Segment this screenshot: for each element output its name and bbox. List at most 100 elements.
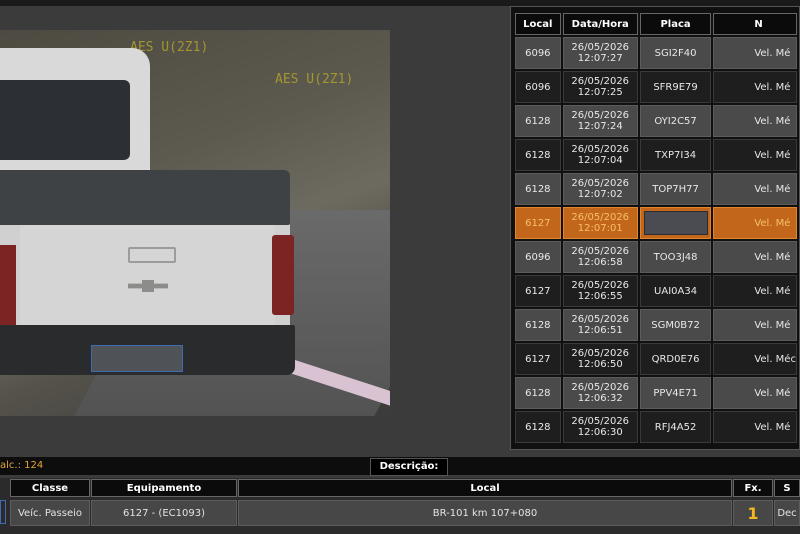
footer-value-s: Dec	[774, 500, 800, 526]
records-table-panel[interactable]: Local Data/Hora Placa N 6096 26/05/2026 12…	[510, 6, 800, 450]
table-row[interactable]: 6128 26/05/2026 12:06:30 RFJ4A52 Vel. Mé	[515, 411, 797, 443]
cell-placa: RFJ4A52	[639, 411, 712, 443]
column-header-data-hora[interactable]: Data/Hora	[562, 13, 638, 35]
cell-data-hora: 26/05/2026 12:07:01	[562, 207, 638, 239]
footer-value-fx: 1	[733, 500, 773, 526]
cell-local: 6127	[515, 207, 561, 239]
cell-local: 6127	[515, 275, 561, 307]
footer-header-fx: Fx.	[733, 479, 773, 497]
cell-placa: SGI2F40	[639, 37, 712, 69]
cell-date: 26/05/2026	[571, 144, 630, 155]
cell-date: 26/05/2026	[571, 314, 630, 325]
plate-redacted	[643, 211, 708, 235]
tailgate	[20, 225, 275, 325]
cell-local: 6128	[515, 105, 561, 137]
cell-placa: TOP7H77	[639, 173, 712, 205]
table-row[interactable]: 6096 26/05/2026 12:07:25 SFR9E79 Vel. Mé	[515, 71, 797, 103]
cell-n: Vel. Mé	[713, 411, 797, 443]
cell-placa: QRD0E76	[639, 343, 712, 375]
cell-date: 26/05/2026	[571, 382, 630, 393]
cell-time: 12:07:04	[577, 155, 623, 166]
table-row[interactable]: 6128 26/05/2026 12:07:02 TOP7H77 Vel. Mé	[515, 173, 797, 205]
camera-overlay-text-mid: AES U(2Z1)	[275, 72, 354, 87]
column-header-n[interactable]: N	[713, 13, 797, 35]
rear-window	[0, 80, 130, 160]
cell-n-text: Vel. Mé	[754, 217, 791, 229]
cell-placa	[639, 207, 712, 239]
taillight-right	[272, 235, 294, 315]
cell-date: 26/05/2026	[571, 212, 630, 223]
cell-time: 12:07:01	[577, 223, 623, 234]
cell-data-hora: 26/05/2026 12:06:32	[562, 377, 638, 409]
cell-date: 26/05/2026	[571, 416, 630, 427]
footer-left-edge	[0, 500, 6, 524]
table-header-row: Local Data/Hora Placa N	[515, 13, 797, 35]
descricao-label: Descrição:	[370, 458, 448, 476]
footer-header-local: Local	[238, 479, 732, 497]
column-header-placa[interactable]: Placa	[639, 13, 712, 35]
table-row-selected[interactable]: 6127 26/05/2026 12:07:01 Vel. Mé	[515, 207, 797, 239]
column-header-n-label: N	[754, 18, 763, 30]
table-row[interactable]: 6128 26/05/2026 12:07:24 OYI2C57 Vel. Mé	[515, 105, 797, 137]
cell-n-text: Vel. Mé	[754, 149, 791, 161]
cell-n: Vel. Mé	[713, 207, 797, 239]
cell-time: 12:07:25	[577, 87, 623, 98]
cell-n-text: Vel. Mé	[754, 285, 791, 297]
cell-data-hora: 26/05/2026 12:06:55	[562, 275, 638, 307]
cell-time: 12:06:55	[577, 291, 623, 302]
cell-date: 26/05/2026	[571, 110, 630, 121]
cell-time: 12:06:58	[577, 257, 623, 268]
cell-placa: SGM0B72	[639, 309, 712, 341]
cell-date: 26/05/2026	[571, 178, 630, 189]
table-row[interactable]: 6128 26/05/2026 12:06:51 SGM0B72 Vel. Mé	[515, 309, 797, 341]
cell-n-text: Vel. Mé	[754, 183, 791, 195]
cell-data-hora: 26/05/2026 12:07:24	[562, 105, 638, 137]
table-row[interactable]: 6096 26/05/2026 12:07:27 SGI2F40 Vel. Mé	[515, 37, 797, 69]
footer-value-classe: Veíc. Passeio	[10, 500, 90, 526]
license-plate-redacted	[91, 345, 183, 372]
footer-header-equipamento: Equipamento	[91, 479, 237, 497]
cell-n: Vel. Mé	[713, 173, 797, 205]
table-row[interactable]: 6128 26/05/2026 12:06:32 PPV4E71 Vel. Mé	[515, 377, 797, 409]
cell-placa: SFR9E79	[639, 71, 712, 103]
cell-n-text: Vel. Mé	[754, 81, 791, 93]
cell-n-text: Vel. Mé	[754, 319, 791, 331]
cell-placa: OYI2C57	[639, 105, 712, 137]
cell-n-text: Vel. Mé	[754, 47, 791, 59]
footer-header-classe: Classe	[10, 479, 90, 497]
table-row[interactable]: 6096 26/05/2026 12:06:58 TOO3J48 Vel. Mé	[515, 241, 797, 273]
cell-data-hora: 26/05/2026 12:06:51	[562, 309, 638, 341]
table-row[interactable]: 6127 26/05/2026 12:06:50 QRD0E76 Vel. Méc	[515, 343, 797, 375]
table-row[interactable]: 6128 26/05/2026 12:07:04 TXP7I34 Vel. Mé	[515, 139, 797, 171]
cell-local: 6128	[515, 377, 561, 409]
fx-value: 1	[747, 504, 759, 523]
cell-data-hora: 26/05/2026 12:06:50	[562, 343, 638, 375]
cell-data-hora: 26/05/2026 12:07:02	[562, 173, 638, 205]
cell-n-text: Vel. Mé	[754, 387, 791, 399]
cell-time: 12:06:51	[577, 325, 623, 336]
cell-date: 26/05/2026	[571, 280, 630, 291]
table-row[interactable]: 6127 26/05/2026 12:06:55 UAI0A34 Vel. Mé	[515, 275, 797, 307]
cell-data-hora: 26/05/2026 12:07:27	[562, 37, 638, 69]
cell-data-hora: 26/05/2026 12:06:30	[562, 411, 638, 443]
vehicle-capture-image: AES U(2Z1) AES U(2Z1)	[0, 30, 390, 416]
cell-local: 6128	[515, 411, 561, 443]
cell-n: Vel. Mé	[713, 37, 797, 69]
cell-n: Vel. Mé	[713, 71, 797, 103]
truck-cab	[0, 48, 150, 178]
cell-local: 6096	[515, 37, 561, 69]
cell-placa: TOO3J48	[639, 241, 712, 273]
cell-n-text: Vel. Mé	[754, 421, 791, 433]
cell-local: 6128	[515, 139, 561, 171]
column-header-local[interactable]: Local	[515, 13, 561, 35]
cell-n-text: Vel. Mé	[754, 115, 791, 127]
cell-date: 26/05/2026	[571, 246, 630, 257]
bed-cover	[0, 170, 290, 225]
cell-time: 12:06:50	[577, 359, 623, 370]
cell-date: 26/05/2026	[571, 348, 630, 359]
cell-local: 6127	[515, 343, 561, 375]
cell-n: Vel. Mé	[713, 241, 797, 273]
cell-placa: PPV4E71	[639, 377, 712, 409]
cell-placa: UAI0A34	[639, 275, 712, 307]
footer-value-local: BR-101 km 107+080	[238, 500, 732, 526]
